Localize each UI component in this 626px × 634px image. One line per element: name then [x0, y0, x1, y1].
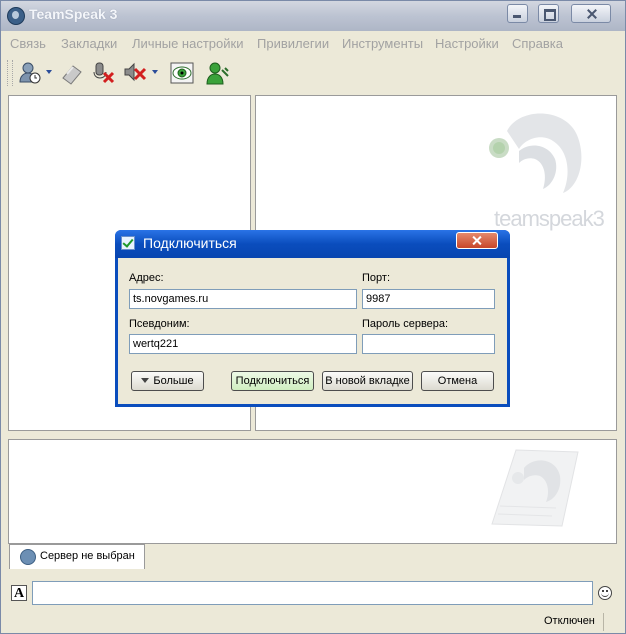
menu-tools[interactable]: Инструменты [342, 36, 423, 51]
dialog-title: Подключиться [143, 235, 237, 251]
server-password-input[interactable] [362, 334, 495, 354]
connect-new-tab-button[interactable]: В новой вкладке [322, 371, 413, 391]
more-button[interactable]: Больше [131, 371, 204, 391]
more-button-label: Больше [153, 375, 194, 387]
nickname-input[interactable]: wertq221 [129, 334, 357, 354]
window-title: TeamSpeak 3 [29, 6, 118, 22]
menu-bookmarks[interactable]: Закладки [61, 36, 117, 51]
chat-input-bar: A [1, 579, 625, 609]
menu-help[interactable]: Справка [512, 36, 563, 51]
status-separator [603, 613, 604, 631]
dialog-check-icon [121, 236, 135, 250]
away-dropdown-icon[interactable] [46, 70, 52, 74]
minimize-button[interactable] [507, 4, 528, 23]
tab-server-label: Сервер не выбран [40, 550, 135, 562]
menu-settings[interactable]: Настройки [435, 36, 499, 51]
maximize-button[interactable] [538, 4, 559, 23]
dialog-title-bar[interactable]: Подключиться [115, 230, 510, 258]
menu-bar: Связь Закладки Личные настройки Привилег… [1, 32, 625, 54]
channel-view-icon[interactable] [169, 60, 195, 86]
text-format-icon[interactable]: A [11, 585, 27, 601]
port-label: Порт: [362, 272, 390, 284]
mute-mic-icon[interactable] [91, 60, 117, 86]
title-bar[interactable]: TeamSpeak 3 [1, 1, 625, 31]
emoticon-icon[interactable] [598, 586, 612, 600]
address-label: Адрес: [129, 272, 164, 284]
teamspeak-watermark-text: teamspeak3 [494, 206, 605, 231]
menu-connections[interactable]: Связь [10, 36, 46, 51]
server-tab-icon [20, 549, 36, 565]
teamspeak-logo-icon [7, 7, 25, 25]
toolbar [1, 56, 625, 90]
server-password-label: Пароль сервера: [362, 318, 449, 330]
connect-button[interactable]: Подключиться [231, 371, 314, 391]
speakers-dropdown-icon[interactable] [152, 70, 158, 74]
close-window-button[interactable] [571, 4, 611, 23]
address-input[interactable]: ts.novgames.ru [129, 289, 357, 309]
menu-self[interactable]: Личные настройки [132, 36, 243, 51]
bookmark-icon[interactable] [59, 60, 85, 86]
port-input[interactable]: 9987 [362, 289, 495, 309]
connection-status: Отключен [544, 615, 595, 627]
away-icon[interactable] [17, 60, 43, 86]
dialog-close-button[interactable] [456, 232, 498, 249]
chat-input[interactable] [32, 581, 593, 605]
toolbar-grip[interactable] [7, 60, 13, 86]
nickname-label: Псевдоним: [129, 318, 190, 330]
identity-icon[interactable] [205, 60, 231, 86]
dialog-body: Адрес: ts.novgames.ru Порт: 9987 Псевдон… [118, 258, 507, 404]
chevron-down-icon [141, 378, 150, 383]
menu-permissions[interactable]: Привилегии [257, 36, 329, 51]
chat-watermark-icon [491, 449, 579, 527]
status-bar: Отключен [1, 611, 625, 633]
cancel-button[interactable]: Отмена [421, 371, 494, 391]
mute-speakers-icon[interactable] [123, 60, 149, 86]
connect-dialog: Подключиться Адрес: ts.novgames.ru Порт:… [115, 230, 510, 407]
tab-server[interactable]: Сервер не выбран [9, 544, 145, 569]
